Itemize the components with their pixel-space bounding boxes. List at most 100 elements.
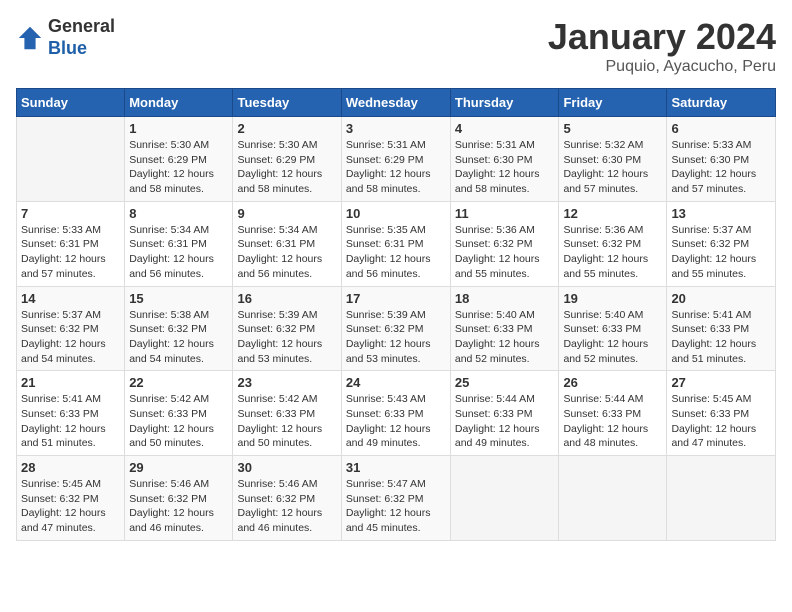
day-info: Sunrise: 5:41 AM Sunset: 6:33 PM Dayligh… [671,308,771,367]
day-number: 7 [21,206,120,221]
day-number: 8 [129,206,228,221]
day-number: 24 [346,375,446,390]
header-sunday: Sunday [17,89,125,117]
calendar-cell: 11 Sunrise: 5:36 AM Sunset: 6:32 PM Dayli… [450,201,559,286]
day-info: Sunrise: 5:41 AM Sunset: 6:33 PM Dayligh… [21,392,120,451]
calendar-cell: 18 Sunrise: 5:40 AM Sunset: 6:33 PM Dayli… [450,286,559,371]
day-info: Sunrise: 5:36 AM Sunset: 6:32 PM Dayligh… [563,223,662,282]
day-number: 16 [237,291,336,306]
calendar-cell: 9 Sunrise: 5:34 AM Sunset: 6:31 PM Daylig… [233,201,341,286]
calendar-cell: 27 Sunrise: 5:45 AM Sunset: 6:33 PM Dayli… [667,371,776,456]
day-number: 15 [129,291,228,306]
day-info: Sunrise: 5:44 AM Sunset: 6:33 PM Dayligh… [563,392,662,451]
calendar-cell: 8Sunrise: 5:34 AM Sunset: 6:31 PM Daylig… [125,201,233,286]
day-info: Sunrise: 5:43 AM Sunset: 6:33 PM Dayligh… [346,392,446,451]
calendar-cell [559,456,667,541]
day-info: Sunrise: 5:36 AM Sunset: 6:32 PM Dayligh… [455,223,555,282]
calendar-cell: 17 Sunrise: 5:39 AM Sunset: 6:32 PM Dayli… [341,286,450,371]
header-friday: Friday [559,89,667,117]
calendar-table: SundayMondayTuesdayWednesdayThursdayFrid… [16,88,776,541]
calendar-cell: 26Sunrise: 5:44 AM Sunset: 6:33 PM Dayli… [559,371,667,456]
day-number: 28 [21,460,120,475]
day-info: Sunrise: 5:45 AM Sunset: 6:32 PM Dayligh… [21,477,120,536]
day-info: Sunrise: 5:31 AM Sunset: 6:29 PM Dayligh… [346,138,446,197]
header-wednesday: Wednesday [341,89,450,117]
calendar-cell: 7 Sunrise: 5:33 AM Sunset: 6:31 PM Daylig… [17,201,125,286]
calendar-cell: 19Sunrise: 5:40 AM Sunset: 6:33 PM Dayli… [559,286,667,371]
day-info: Sunrise: 5:30 AM Sunset: 6:29 PM Dayligh… [237,138,336,197]
logo-general: General [48,16,115,38]
calendar-cell: 20 Sunrise: 5:41 AM Sunset: 6:33 PM Dayli… [667,286,776,371]
calendar-week-row: 1Sunrise: 5:30 AM Sunset: 6:29 PM Daylig… [17,117,776,202]
day-number: 13 [671,206,771,221]
logo-icon [16,24,44,52]
day-number: 30 [237,460,336,475]
calendar-cell: 31Sunrise: 5:47 AM Sunset: 6:32 PM Dayli… [341,456,450,541]
day-info: Sunrise: 5:33 AM Sunset: 6:31 PM Dayligh… [21,223,120,282]
day-info: Sunrise: 5:34 AM Sunset: 6:31 PM Dayligh… [237,223,336,282]
calendar-cell: 29Sunrise: 5:46 AM Sunset: 6:32 PM Dayli… [125,456,233,541]
title-area: January 2024 Puquio, Ayacucho, Peru [548,16,776,76]
day-number: 5 [563,121,662,136]
calendar-cell: 16 Sunrise: 5:39 AM Sunset: 6:32 PM Dayli… [233,286,341,371]
day-number: 31 [346,460,446,475]
day-info: Sunrise: 5:42 AM Sunset: 6:33 PM Dayligh… [237,392,336,451]
day-number: 18 [455,291,555,306]
day-info: Sunrise: 5:46 AM Sunset: 6:32 PM Dayligh… [237,477,336,536]
day-number: 9 [237,206,336,221]
calendar-cell: 10Sunrise: 5:35 AM Sunset: 6:31 PM Dayli… [341,201,450,286]
calendar-cell: 4Sunrise: 5:31 AM Sunset: 6:30 PM Daylig… [450,117,559,202]
header-tuesday: Tuesday [233,89,341,117]
day-info: Sunrise: 5:45 AM Sunset: 6:33 PM Dayligh… [671,392,771,451]
day-info: Sunrise: 5:37 AM Sunset: 6:32 PM Dayligh… [21,308,120,367]
header-saturday: Saturday [667,89,776,117]
day-info: Sunrise: 5:40 AM Sunset: 6:33 PM Dayligh… [455,308,555,367]
day-info: Sunrise: 5:37 AM Sunset: 6:32 PM Dayligh… [671,223,771,282]
day-number: 17 [346,291,446,306]
logo: General Blue [16,16,115,59]
calendar-week-row: 7 Sunrise: 5:33 AM Sunset: 6:31 PM Daylig… [17,201,776,286]
calendar-cell: 22 Sunrise: 5:42 AM Sunset: 6:33 PM Dayli… [125,371,233,456]
calendar-cell: 28 Sunrise: 5:45 AM Sunset: 6:32 PM Dayli… [17,456,125,541]
day-number: 12 [563,206,662,221]
calendar-cell: 13 Sunrise: 5:37 AM Sunset: 6:32 PM Dayli… [667,201,776,286]
page-header: General Blue January 2024 Puquio, Ayacuc… [16,16,776,76]
day-number: 27 [671,375,771,390]
day-info: Sunrise: 5:40 AM Sunset: 6:33 PM Dayligh… [563,308,662,367]
header-thursday: Thursday [450,89,559,117]
header-monday: Monday [125,89,233,117]
calendar-cell: 25 Sunrise: 5:44 AM Sunset: 6:33 PM Dayli… [450,371,559,456]
day-number: 21 [21,375,120,390]
calendar-cell: 30 Sunrise: 5:46 AM Sunset: 6:32 PM Dayli… [233,456,341,541]
day-number: 14 [21,291,120,306]
day-info: Sunrise: 5:38 AM Sunset: 6:32 PM Dayligh… [129,308,228,367]
day-info: Sunrise: 5:32 AM Sunset: 6:30 PM Dayligh… [563,138,662,197]
day-number: 4 [455,121,555,136]
calendar-cell: 2Sunrise: 5:30 AM Sunset: 6:29 PM Daylig… [233,117,341,202]
day-info: Sunrise: 5:30 AM Sunset: 6:29 PM Dayligh… [129,138,228,197]
calendar-cell [17,117,125,202]
day-info: Sunrise: 5:44 AM Sunset: 6:33 PM Dayligh… [455,392,555,451]
logo-text: General Blue [48,16,115,59]
logo-blue: Blue [48,38,115,60]
calendar-cell: 6Sunrise: 5:33 AM Sunset: 6:30 PM Daylig… [667,117,776,202]
day-info: Sunrise: 5:39 AM Sunset: 6:32 PM Dayligh… [237,308,336,367]
day-number: 25 [455,375,555,390]
calendar-week-row: 28 Sunrise: 5:45 AM Sunset: 6:32 PM Dayli… [17,456,776,541]
day-number: 20 [671,291,771,306]
calendar-cell: 23 Sunrise: 5:42 AM Sunset: 6:33 PM Dayli… [233,371,341,456]
calendar-cell [667,456,776,541]
day-number: 11 [455,206,555,221]
day-number: 23 [237,375,336,390]
calendar-cell: 3 Sunrise: 5:31 AM Sunset: 6:29 PM Daylig… [341,117,450,202]
day-info: Sunrise: 5:39 AM Sunset: 6:32 PM Dayligh… [346,308,446,367]
day-number: 3 [346,121,446,136]
location: Puquio, Ayacucho, Peru [548,58,776,76]
day-number: 22 [129,375,228,390]
month-title: January 2024 [548,16,776,58]
day-info: Sunrise: 5:42 AM Sunset: 6:33 PM Dayligh… [129,392,228,451]
calendar-cell: 24 Sunrise: 5:43 AM Sunset: 6:33 PM Dayli… [341,371,450,456]
calendar-header-row: SundayMondayTuesdayWednesdayThursdayFrid… [17,89,776,117]
day-number: 6 [671,121,771,136]
day-number: 10 [346,206,446,221]
